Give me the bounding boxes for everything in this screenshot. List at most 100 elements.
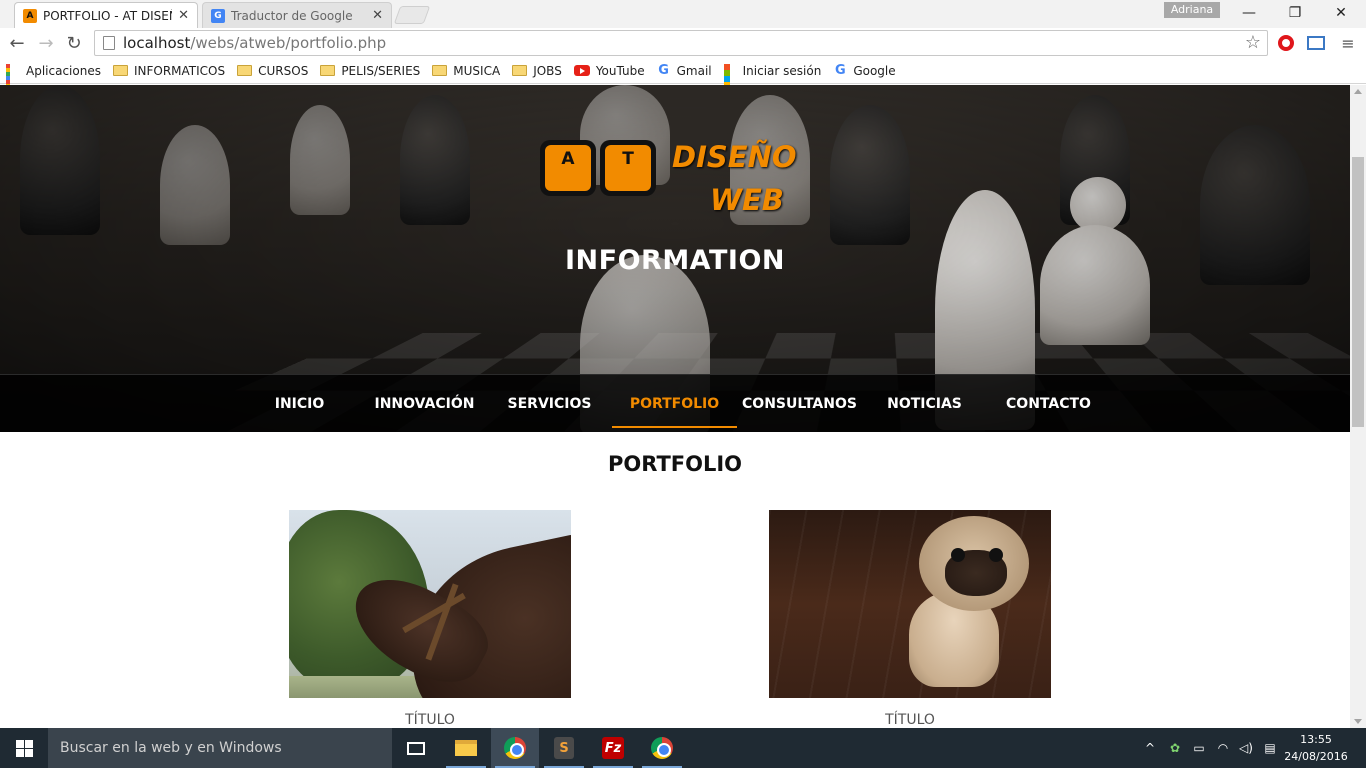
- bookmark-informaticos[interactable]: INFORMATICOS: [112, 63, 226, 78]
- folder-icon: [432, 65, 448, 76]
- hero-title: INFORMATION: [564, 245, 785, 276]
- logo-line-1: DISEÑO: [672, 140, 797, 174]
- notifications-icon[interactable]: ▤: [1258, 728, 1282, 768]
- bookmark-star-icon[interactable]: ☆: [1245, 32, 1261, 53]
- taskbar-search[interactable]: Buscar en la web y en Windows: [48, 728, 392, 768]
- bookmark-label: INFORMATICOS: [133, 63, 226, 78]
- url-host: localhost: [123, 34, 191, 52]
- file-explorer-icon[interactable]: [442, 728, 490, 768]
- chrome-icon: [504, 737, 526, 759]
- tab-strip: A PORTFOLIO - AT DISEÑO W ✕ G Traductor …: [0, 0, 1366, 28]
- bookmark-label: JOBS: [533, 63, 562, 78]
- scrollbar-thumb[interactable]: [1352, 157, 1364, 427]
- restore-icon[interactable]: ❐: [1272, 0, 1318, 26]
- main-nav: INICIO INNOVACIÓN SERVICIOS PORTFOLIO CO…: [0, 374, 1350, 432]
- nav-servicios[interactable]: SERVICIOS: [487, 375, 612, 432]
- scroll-up-icon[interactable]: [1354, 89, 1362, 94]
- opera-extension-icon[interactable]: [1276, 33, 1296, 53]
- logo-line-2: WEB: [710, 183, 784, 217]
- page-icon: [103, 36, 115, 50]
- pug-eye: [989, 548, 1003, 562]
- folder-icon: [512, 65, 528, 76]
- volume-icon[interactable]: ◁): [1235, 728, 1257, 768]
- show-hidden-icons-icon[interactable]: ^: [1140, 728, 1160, 768]
- browser-toolbar: ← → ↻ localhost/webs/atweb/portfolio.php…: [0, 28, 1366, 58]
- chrome-taskbar-icon[interactable]: [638, 728, 686, 768]
- card-title: TÍTULO: [885, 712, 935, 728]
- bookmark-label: Gmail: [676, 63, 712, 78]
- windows-taskbar: Buscar en la web y en Windows S Fz ^ ✿ ▭…: [0, 728, 1366, 768]
- youtube-icon: [573, 65, 590, 76]
- site-favicon-icon: A: [23, 8, 37, 23]
- close-tab-icon[interactable]: ✕: [178, 8, 189, 23]
- google-icon: G: [658, 63, 669, 78]
- url-path: /webs/atweb/portfolio.php: [190, 34, 387, 52]
- close-tab-icon[interactable]: ✕: [372, 8, 383, 23]
- section-title: PORTFOLIO: [607, 452, 743, 476]
- nav-contacto[interactable]: CONTACTO: [986, 375, 1111, 432]
- site-logo[interactable]: A T DISEÑO WEB: [540, 136, 810, 217]
- bookmark-apps[interactable]: Aplicaciones: [6, 63, 101, 100]
- logo-key-letter: A: [545, 145, 591, 191]
- logo-key-a: A: [540, 140, 596, 196]
- bookmark-label: Google: [853, 63, 896, 78]
- taskbar-clock[interactable]: 13:55 24/08/2016: [1284, 731, 1348, 765]
- filezilla-icon[interactable]: Fz: [589, 728, 637, 768]
- start-button[interactable]: [0, 728, 48, 768]
- close-window-icon[interactable]: ✕: [1318, 0, 1364, 26]
- scroll-down-icon[interactable]: [1354, 719, 1362, 724]
- reload-icon[interactable]: ↻: [62, 31, 86, 55]
- nav-consultanos[interactable]: CONSULTANOS: [737, 375, 862, 432]
- portfolio-card[interactable]: TÍTULO: [289, 510, 571, 728]
- chrome-icon: [651, 737, 673, 759]
- bookmark-label: Iniciar sesión: [742, 63, 822, 78]
- bookmark-cursos[interactable]: CURSOS: [237, 64, 308, 78]
- nav-innovacion[interactable]: INNOVACIÓN: [362, 375, 487, 432]
- bookmark-label: YouTube: [595, 63, 645, 78]
- nav-noticias[interactable]: NOTICIAS: [862, 375, 987, 432]
- bookmark-label: CURSOS: [258, 63, 309, 78]
- pug-photo[interactable]: [769, 510, 1051, 698]
- menu-icon[interactable]: ≡: [1338, 33, 1358, 53]
- bookmark-gmail[interactable]: G Gmail: [657, 63, 712, 78]
- card-title: TÍTULO: [405, 712, 455, 728]
- bookmarks-bar: Aplicaciones INFORMATICOS CURSOS PELIS/S…: [0, 58, 1366, 100]
- cast-screen-icon[interactable]: [1306, 33, 1326, 53]
- chrome-taskbar-icon[interactable]: [491, 728, 539, 768]
- bookmark-label: Aplicaciones: [26, 63, 101, 78]
- pug-eye: [951, 548, 965, 562]
- new-tab-button[interactable]: [393, 6, 431, 24]
- sublime-text-icon[interactable]: S: [540, 728, 588, 768]
- microsoft-icon: [723, 64, 737, 88]
- bookmark-youtube[interactable]: YouTube: [573, 63, 645, 78]
- google-icon: G: [834, 63, 846, 78]
- address-bar[interactable]: localhost/webs/atweb/portfolio.php ☆: [94, 30, 1268, 56]
- bookmark-iniciar-sesion[interactable]: Iniciar sesión: [723, 63, 822, 88]
- tab-portfolio[interactable]: A PORTFOLIO - AT DISEÑO W ✕: [14, 2, 198, 28]
- portfolio-card[interactable]: TÍTULO: [769, 510, 1051, 728]
- profile-button[interactable]: Adriana: [1164, 2, 1220, 18]
- battery-icon[interactable]: ▭: [1188, 728, 1210, 768]
- nav-portfolio[interactable]: PORTFOLIO: [612, 375, 737, 432]
- bookmark-pelis-series[interactable]: PELIS/SERIES: [320, 64, 420, 78]
- horse-photo[interactable]: [289, 510, 571, 698]
- tab-title: PORTFOLIO - AT DISEÑO W: [43, 8, 172, 23]
- bookmark-label: PELIS/SERIES: [341, 63, 421, 78]
- tab-translate[interactable]: G Traductor de Google ✕: [202, 2, 392, 28]
- folder-icon: [237, 65, 253, 76]
- bookmark-label: MUSICA: [453, 63, 501, 78]
- nav-inicio[interactable]: INICIO: [237, 375, 362, 432]
- dropbox-icon[interactable]: ✿: [1164, 728, 1186, 768]
- minimize-icon[interactable]: —: [1226, 0, 1272, 26]
- back-arrow-icon[interactable]: ←: [5, 31, 29, 55]
- folder-icon: [320, 65, 336, 76]
- forward-arrow-icon[interactable]: →: [34, 31, 58, 55]
- bookmark-jobs[interactable]: JOBS: [512, 64, 562, 78]
- page-scrollbar[interactable]: [1350, 85, 1366, 728]
- task-view-icon[interactable]: [392, 728, 440, 768]
- wifi-icon[interactable]: ◠: [1212, 728, 1234, 768]
- bookmark-musica[interactable]: MUSICA: [432, 64, 500, 78]
- logo-key-t: T: [600, 140, 656, 196]
- clock-time: 13:55: [1300, 733, 1332, 746]
- bookmark-google[interactable]: G Google: [833, 63, 896, 78]
